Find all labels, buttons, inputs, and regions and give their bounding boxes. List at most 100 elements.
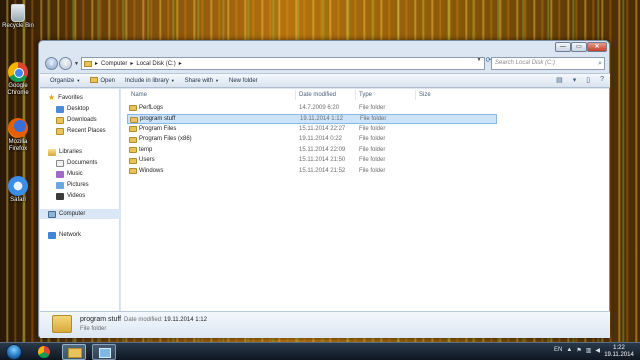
preview-pane-icon[interactable]: ▯ (586, 76, 590, 84)
column-divider[interactable] (355, 90, 356, 100)
column-size[interactable]: Size (419, 92, 431, 98)
chrome-icon (38, 346, 50, 358)
column-divider[interactable] (295, 90, 296, 100)
minimize-button[interactable]: — (555, 42, 571, 52)
details-date-label: Date modified: (124, 317, 163, 323)
nav-network[interactable]: Network (48, 230, 128, 240)
chrome-shortcut[interactable]: Google Chrome (2, 62, 34, 97)
maximize-button[interactable]: ▭ (571, 42, 587, 52)
file-type: File folder (359, 157, 386, 163)
folder-icon (130, 116, 138, 123)
change-view-icon[interactable]: ▤ (556, 76, 563, 84)
file-row[interactable]: Program Files (x86) 19.11.2014 0:22 File f… (127, 135, 497, 145)
language-indicator[interactable]: EN (554, 347, 562, 354)
breadcrumb-separator[interactable]: ▸ (179, 60, 182, 67)
file-name: Program Files (139, 125, 177, 132)
volume-icon[interactable]: ◀ (595, 347, 600, 354)
star-icon: ★ (48, 93, 56, 102)
forward-button[interactable]: › (59, 57, 72, 70)
back-arrow-icon: ‹ (50, 59, 53, 68)
breadcrumb-separator[interactable]: ▸ (130, 60, 133, 67)
file-row[interactable]: Program Files 15.11.2014 22:27 File folder (127, 124, 497, 134)
breadcrumb-computer[interactable]: Computer (101, 61, 127, 67)
file-name: program stuff (140, 116, 176, 122)
breadcrumb-local-disk[interactable]: Local Disk (C:) (136, 61, 175, 67)
show-hidden-icons-icon[interactable]: ▲ (566, 347, 572, 354)
include-in-library-menu[interactable]: Include in library ▼ (125, 78, 175, 84)
open-label: Open (100, 78, 116, 84)
nav-computer[interactable]: Computer (40, 209, 120, 219)
window-icon (99, 348, 111, 358)
nav-music-label: Music (67, 171, 83, 177)
file-type: File folder (359, 125, 386, 132)
safari-label: Safari (10, 197, 26, 203)
file-list: Name Date modified Type Size PerfLogs 14.… (121, 89, 609, 311)
explorer-window: — ▭ ✕ ‹ › ▼ ▸ Computer ▸ Local Disk (C:)… (38, 40, 610, 338)
start-button[interactable] (6, 344, 22, 360)
file-name: Users (139, 157, 155, 163)
computer-icon (48, 210, 56, 218)
network-icon[interactable]: ▥ (586, 347, 592, 354)
nav-pictures-label: Pictures (67, 182, 89, 188)
details-date: 19.11.2014 1:12 (164, 317, 207, 323)
title-bar[interactable]: — ▭ ✕ (39, 41, 609, 55)
search-icon[interactable]: ⌕ (598, 58, 602, 69)
libraries-icon (48, 148, 56, 156)
back-button[interactable]: ‹ (45, 57, 58, 70)
file-row[interactable]: temp 15.11.2014 22:09 File folder (127, 145, 497, 155)
downloads-icon (56, 116, 64, 124)
search-placeholder: Search Local Disk (C:) (495, 60, 556, 66)
folder-icon (68, 348, 82, 358)
share-with-menu[interactable]: Share with ▼ (185, 78, 219, 84)
open-button[interactable]: Open (90, 77, 115, 84)
nav-favorites[interactable]: ★ Favorites (48, 93, 128, 103)
nav-libraries-label: Libraries (59, 149, 83, 155)
address-dropdown-icon[interactable]: ▼ (475, 55, 483, 66)
file-type: File folder (359, 136, 386, 142)
clock[interactable]: 1:22 19.11.2014 (602, 345, 636, 359)
details-name: program stuff (80, 316, 122, 323)
nav-libraries[interactable]: Libraries (48, 147, 128, 157)
column-headers: Name Date modified Type Size (121, 89, 609, 101)
file-type: File folder (359, 104, 386, 111)
column-name[interactable]: Name (131, 92, 147, 98)
taskbar-explorer[interactable] (62, 344, 86, 360)
safari-shortcut[interactable]: Safari (2, 176, 34, 204)
taskbar-chrome[interactable] (32, 344, 56, 360)
close-button[interactable]: ✕ (587, 42, 607, 52)
recent-pages-dropdown[interactable]: ▼ (74, 61, 79, 67)
file-type: File folder (359, 146, 386, 153)
column-date-modified[interactable]: Date modified (299, 92, 336, 98)
pictures-icon (56, 181, 64, 189)
chevron-down-icon: ▼ (215, 77, 219, 83)
nav-videos-label: Videos (67, 193, 86, 199)
details-pane: program stuff Date modified: 19.11.2014 … (40, 311, 610, 338)
view-menu-icon[interactable]: ▾ (573, 76, 577, 84)
file-row[interactable]: PerfLogs 14.7.2009 6:20 File folder (127, 103, 497, 113)
nav-desktop-label: Desktop (67, 106, 90, 112)
recycle-bin-shortcut[interactable]: Recycle Bin (2, 4, 34, 30)
nav-computer-label: Computer (59, 211, 86, 217)
help-icon[interactable]: ? (600, 76, 604, 84)
flag-icon[interactable]: ⚑ (576, 347, 581, 354)
file-row[interactable]: Windows 15.11.2014 21:52 File folder (127, 166, 497, 176)
firefox-shortcut[interactable]: Mozilla Firefox (2, 118, 34, 153)
organize-menu[interactable]: Organize ▼ (50, 78, 80, 84)
file-row[interactable]: program stuff 19.11.2014 1:12 File folder (127, 113, 497, 124)
include-label: Include in library (125, 77, 169, 84)
column-divider[interactable] (415, 90, 416, 100)
breadcrumb-separator: ▸ (95, 61, 99, 67)
taskbar-window[interactable] (92, 344, 116, 360)
file-row[interactable]: Users 15.11.2014 21:50 File folder (127, 156, 497, 166)
search-input[interactable]: Search Local Disk (C:) ⌕ (491, 57, 605, 70)
address-bar[interactable]: ▸ Computer ▸ Local Disk (C:) ▸ (81, 57, 485, 70)
nav-network-label: Network (59, 232, 82, 238)
file-date: 15.11.2014 21:50 (299, 157, 346, 163)
new-folder-button[interactable]: New folder (229, 78, 258, 84)
chevron-down-icon: ▼ (170, 77, 175, 83)
firefox-icon (8, 118, 28, 138)
firefox-label: Mozilla Firefox (8, 139, 28, 152)
folder-icon (129, 168, 137, 174)
column-type[interactable]: Type (359, 92, 372, 98)
file-name: Program Files (x86) (139, 136, 192, 142)
